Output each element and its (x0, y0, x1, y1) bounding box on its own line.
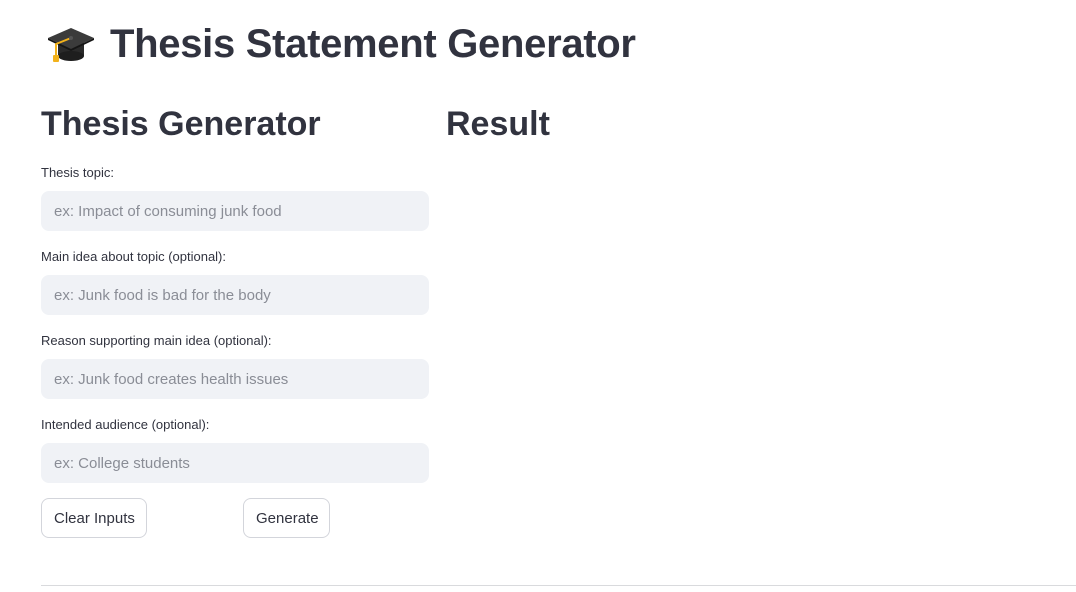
supporting-reason-field: Reason supporting main idea (optional): (41, 332, 429, 399)
thesis-topic-input[interactable] (41, 191, 429, 231)
main-idea-label: Main idea about topic (optional): (41, 249, 227, 264)
app-page: Thesis Statement Generator Thesis Genera… (0, 0, 1076, 592)
result-heading: Result (446, 105, 550, 143)
clear-inputs-button[interactable]: Clear Inputs (41, 498, 147, 538)
thesis-topic-label: Thesis topic: (41, 165, 114, 180)
divider (41, 585, 1076, 586)
audience-label: Intended audience (optional): (41, 417, 210, 432)
result-panel: Result (446, 100, 1046, 148)
main-idea-field: Main idea about topic (optional): (41, 248, 429, 315)
generator-panel: Thesis Generator Thesis topic: Main idea… (41, 100, 429, 538)
audience-field: Intended audience (optional): (41, 416, 429, 483)
main-idea-input[interactable] (41, 275, 429, 315)
app-header: Thesis Statement Generator (46, 18, 636, 70)
audience-input[interactable] (41, 443, 429, 483)
graduation-cap-icon (48, 28, 94, 62)
page-title: Thesis Statement Generator (110, 22, 636, 66)
supporting-reason-label: Reason supporting main idea (optional): (41, 333, 272, 348)
generator-heading: Thesis Generator (41, 105, 321, 143)
thesis-topic-field: Thesis topic: (41, 164, 429, 231)
generate-button[interactable]: Generate (243, 498, 330, 538)
supporting-reason-input[interactable] (41, 359, 429, 399)
